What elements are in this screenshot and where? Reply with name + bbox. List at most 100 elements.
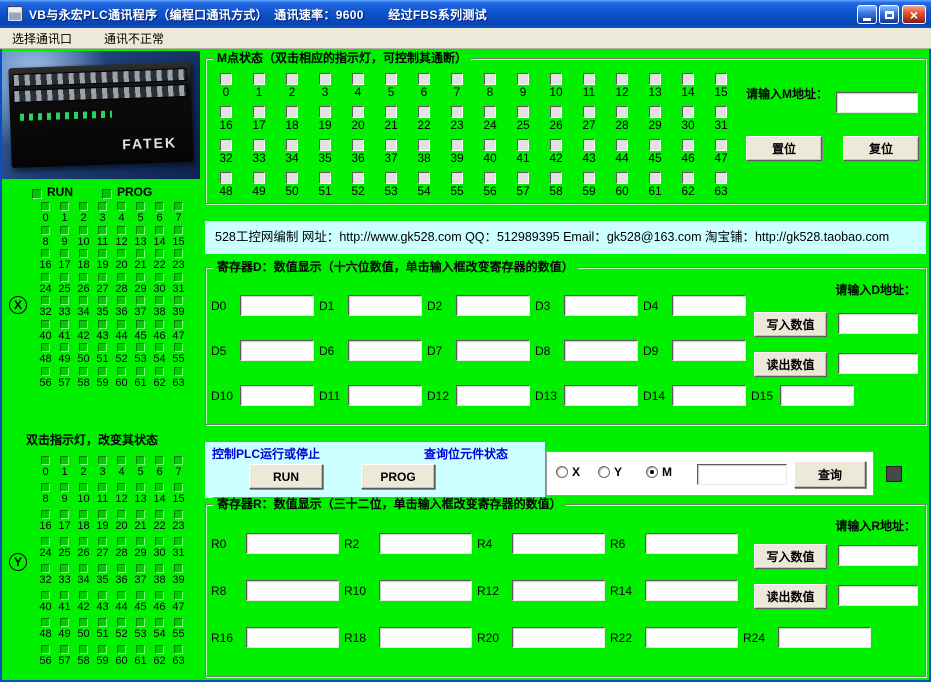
register-input-D14[interactable] bbox=[672, 385, 746, 406]
register-input-R4[interactable] bbox=[512, 533, 605, 554]
query-button[interactable]: 查询 bbox=[794, 461, 866, 488]
m-point-indicator-48[interactable] bbox=[220, 172, 232, 184]
x-point-indicator-30[interactable] bbox=[155, 273, 164, 282]
m-point-indicator-58[interactable] bbox=[550, 172, 562, 184]
m-point-indicator-16[interactable] bbox=[220, 106, 232, 118]
m-point-indicator-20[interactable] bbox=[352, 106, 364, 118]
m-point-indicator-61[interactable] bbox=[649, 172, 661, 184]
register-input-D6[interactable] bbox=[348, 340, 422, 361]
m-point-indicator-55[interactable] bbox=[451, 172, 463, 184]
y-point-indicator-31[interactable] bbox=[174, 537, 183, 546]
x-point-indicator-40[interactable] bbox=[41, 320, 50, 329]
y-point-indicator-4[interactable] bbox=[117, 456, 126, 465]
x-point-indicator-42[interactable] bbox=[79, 320, 88, 329]
m-point-indicator-34[interactable] bbox=[286, 139, 298, 151]
x-point-indicator-15[interactable] bbox=[174, 226, 183, 235]
m-point-indicator-49[interactable] bbox=[253, 172, 265, 184]
register-input-D10[interactable] bbox=[240, 385, 314, 406]
x-point-indicator-46[interactable] bbox=[155, 320, 164, 329]
m-point-indicator-44[interactable] bbox=[616, 139, 628, 151]
close-button[interactable]: × bbox=[902, 5, 926, 24]
y-point-indicator-23[interactable] bbox=[174, 510, 183, 519]
m-point-indicator-57[interactable] bbox=[517, 172, 529, 184]
x-point-indicator-9[interactable] bbox=[60, 226, 69, 235]
y-point-indicator-58[interactable] bbox=[79, 645, 88, 654]
register-input-R2[interactable] bbox=[379, 533, 472, 554]
m-point-indicator-8[interactable] bbox=[484, 73, 496, 85]
m-point-indicator-37[interactable] bbox=[385, 139, 397, 151]
x-point-indicator-57[interactable] bbox=[60, 367, 69, 376]
x-point-indicator-6[interactable] bbox=[155, 202, 164, 211]
y-point-indicator-55[interactable] bbox=[174, 618, 183, 627]
register-input-R0[interactable] bbox=[246, 533, 339, 554]
m-point-indicator-29[interactable] bbox=[649, 106, 661, 118]
x-point-indicator-29[interactable] bbox=[136, 273, 145, 282]
register-input-D3[interactable] bbox=[564, 295, 638, 316]
m-point-indicator-33[interactable] bbox=[253, 139, 265, 151]
y-point-indicator-62[interactable] bbox=[155, 645, 164, 654]
m-point-indicator-10[interactable] bbox=[550, 73, 562, 85]
m-point-indicator-9[interactable] bbox=[517, 73, 529, 85]
x-point-indicator-1[interactable] bbox=[60, 202, 69, 211]
x-point-indicator-48[interactable] bbox=[41, 343, 50, 352]
y-point-indicator-45[interactable] bbox=[136, 591, 145, 600]
m-point-indicator-26[interactable] bbox=[550, 106, 562, 118]
x-point-indicator-34[interactable] bbox=[79, 296, 88, 305]
m-point-indicator-53[interactable] bbox=[385, 172, 397, 184]
register-input-R16[interactable] bbox=[246, 627, 339, 648]
x-point-indicator-35[interactable] bbox=[98, 296, 107, 305]
y-point-indicator-14[interactable] bbox=[155, 483, 164, 492]
m-point-indicator-43[interactable] bbox=[583, 139, 595, 151]
x-point-indicator-51[interactable] bbox=[98, 343, 107, 352]
y-point-indicator-46[interactable] bbox=[155, 591, 164, 600]
register-input-D7[interactable] bbox=[456, 340, 530, 361]
y-point-indicator-53[interactable] bbox=[136, 618, 145, 627]
x-point-indicator-39[interactable] bbox=[174, 296, 183, 305]
y-point-indicator-27[interactable] bbox=[98, 537, 107, 546]
register-input-R24[interactable] bbox=[778, 627, 871, 648]
x-point-indicator-4[interactable] bbox=[117, 202, 126, 211]
x-point-indicator-27[interactable] bbox=[98, 273, 107, 282]
m-point-indicator-25[interactable] bbox=[517, 106, 529, 118]
m-point-indicator-2[interactable] bbox=[286, 73, 298, 85]
y-point-indicator-29[interactable] bbox=[136, 537, 145, 546]
y-point-indicator-60[interactable] bbox=[117, 645, 126, 654]
query-address-input[interactable] bbox=[697, 464, 787, 485]
y-point-indicator-19[interactable] bbox=[98, 510, 107, 519]
m-point-indicator-22[interactable] bbox=[418, 106, 430, 118]
m-point-indicator-21[interactable] bbox=[385, 106, 397, 118]
run-indicator[interactable] bbox=[32, 189, 42, 199]
x-point-indicator-49[interactable] bbox=[60, 343, 69, 352]
m-point-indicator-28[interactable] bbox=[616, 106, 628, 118]
m-point-indicator-62[interactable] bbox=[682, 172, 694, 184]
m-point-indicator-1[interactable] bbox=[253, 73, 265, 85]
m-point-indicator-51[interactable] bbox=[319, 172, 331, 184]
x-point-indicator-41[interactable] bbox=[60, 320, 69, 329]
y-point-indicator-16[interactable] bbox=[41, 510, 50, 519]
x-point-indicator-24[interactable] bbox=[41, 273, 50, 282]
register-input-D5[interactable] bbox=[240, 340, 314, 361]
register-input-D0[interactable] bbox=[240, 295, 314, 316]
y-point-indicator-42[interactable] bbox=[79, 591, 88, 600]
x-point-indicator-59[interactable] bbox=[98, 367, 107, 376]
m-address-input[interactable] bbox=[836, 92, 918, 113]
m-point-indicator-56[interactable] bbox=[484, 172, 496, 184]
m-point-indicator-35[interactable] bbox=[319, 139, 331, 151]
y-point-indicator-5[interactable] bbox=[136, 456, 145, 465]
y-point-indicator-61[interactable] bbox=[136, 645, 145, 654]
m-point-indicator-41[interactable] bbox=[517, 139, 529, 151]
y-point-indicator-17[interactable] bbox=[60, 510, 69, 519]
y-point-indicator-13[interactable] bbox=[136, 483, 145, 492]
m-point-indicator-27[interactable] bbox=[583, 106, 595, 118]
y-point-indicator-51[interactable] bbox=[98, 618, 107, 627]
y-point-indicator-10[interactable] bbox=[79, 483, 88, 492]
x-point-indicator-7[interactable] bbox=[174, 202, 183, 211]
minimize-button[interactable] bbox=[857, 5, 877, 24]
y-point-indicator-54[interactable] bbox=[155, 618, 164, 627]
r-write-button[interactable]: 写入数值 bbox=[754, 544, 827, 569]
radio-m[interactable]: M bbox=[646, 465, 672, 479]
y-point-indicator-52[interactable] bbox=[117, 618, 126, 627]
m-point-indicator-39[interactable] bbox=[451, 139, 463, 151]
x-point-indicator-0[interactable] bbox=[41, 202, 50, 211]
x-point-indicator-47[interactable] bbox=[174, 320, 183, 329]
